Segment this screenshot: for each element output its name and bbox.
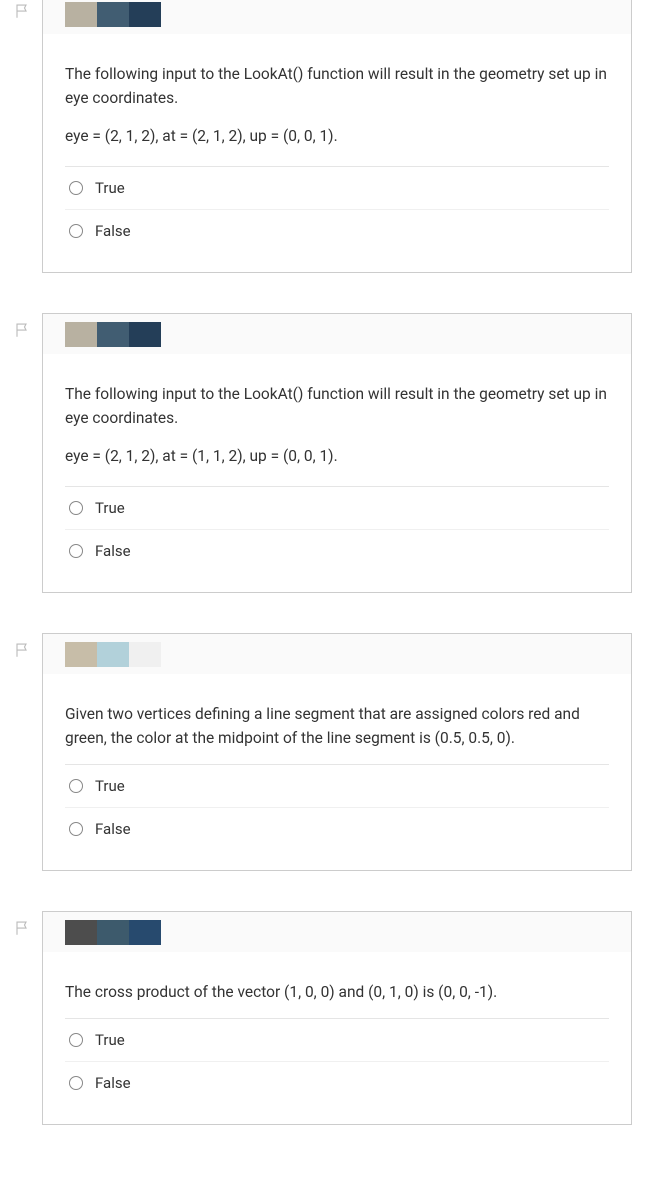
question-card: The following input to the LookAt() func… bbox=[42, 313, 632, 593]
header-swatch bbox=[65, 920, 161, 945]
question-prompt: Given two vertices defining a line segme… bbox=[65, 702, 609, 750]
option-label: False bbox=[95, 542, 131, 560]
option-false[interactable]: False bbox=[65, 530, 609, 572]
option-label: False bbox=[95, 820, 131, 838]
radio-icon[interactable] bbox=[69, 224, 83, 238]
question-detail: eye = (2, 1, 2), at = (2, 1, 2), up = (0… bbox=[65, 124, 609, 148]
question-row: The following input to the LookAt() func… bbox=[0, 0, 658, 273]
flag-icon[interactable] bbox=[14, 321, 32, 339]
option-true[interactable]: True bbox=[65, 1019, 609, 1062]
card-header bbox=[43, 0, 631, 34]
header-swatch bbox=[65, 642, 161, 667]
question-card: The cross product of the vector (1, 0, 0… bbox=[42, 911, 632, 1125]
flag-icon[interactable] bbox=[14, 641, 32, 659]
question-prompt: The following input to the LookAt() func… bbox=[65, 382, 609, 430]
radio-icon[interactable] bbox=[69, 501, 83, 515]
options-list: True False bbox=[65, 166, 609, 252]
header-swatch bbox=[65, 322, 161, 347]
option-label: True bbox=[95, 179, 125, 197]
flag-icon[interactable] bbox=[14, 919, 32, 937]
option-false[interactable]: False bbox=[65, 210, 609, 252]
question-card: Given two vertices defining a line segme… bbox=[42, 633, 632, 871]
option-true[interactable]: True bbox=[65, 487, 609, 530]
radio-icon[interactable] bbox=[69, 544, 83, 558]
question-row: Given two vertices defining a line segme… bbox=[0, 633, 658, 871]
option-false[interactable]: False bbox=[65, 1062, 609, 1104]
option-false[interactable]: False bbox=[65, 808, 609, 850]
header-swatch bbox=[65, 2, 161, 27]
option-label: True bbox=[95, 1031, 125, 1049]
card-header bbox=[43, 634, 631, 674]
card-body: The following input to the LookAt() func… bbox=[43, 34, 631, 272]
options-list: True False bbox=[65, 486, 609, 572]
radio-icon[interactable] bbox=[69, 779, 83, 793]
radio-icon[interactable] bbox=[69, 1033, 83, 1047]
radio-icon[interactable] bbox=[69, 1076, 83, 1090]
flag-icon[interactable] bbox=[14, 2, 32, 20]
option-true[interactable]: True bbox=[65, 167, 609, 210]
question-prompt: The cross product of the vector (1, 0, 0… bbox=[65, 980, 609, 1004]
options-list: True False bbox=[65, 1018, 609, 1104]
card-header bbox=[43, 314, 631, 354]
option-label: True bbox=[95, 499, 125, 517]
question-detail: eye = (2, 1, 2), at = (1, 1, 2), up = (0… bbox=[65, 444, 609, 468]
card-header bbox=[43, 912, 631, 952]
option-true[interactable]: True bbox=[65, 765, 609, 808]
question-card: The following input to the LookAt() func… bbox=[42, 0, 632, 273]
options-list: True False bbox=[65, 764, 609, 850]
option-label: True bbox=[95, 777, 125, 795]
option-label: False bbox=[95, 222, 131, 240]
question-row: The cross product of the vector (1, 0, 0… bbox=[0, 911, 658, 1125]
radio-icon[interactable] bbox=[69, 822, 83, 836]
question-row: The following input to the LookAt() func… bbox=[0, 313, 658, 593]
radio-icon[interactable] bbox=[69, 181, 83, 195]
question-prompt: The following input to the LookAt() func… bbox=[65, 62, 609, 110]
card-body: The cross product of the vector (1, 0, 0… bbox=[43, 952, 631, 1124]
card-body: Given two vertices defining a line segme… bbox=[43, 674, 631, 870]
option-label: False bbox=[95, 1074, 131, 1092]
card-body: The following input to the LookAt() func… bbox=[43, 354, 631, 592]
